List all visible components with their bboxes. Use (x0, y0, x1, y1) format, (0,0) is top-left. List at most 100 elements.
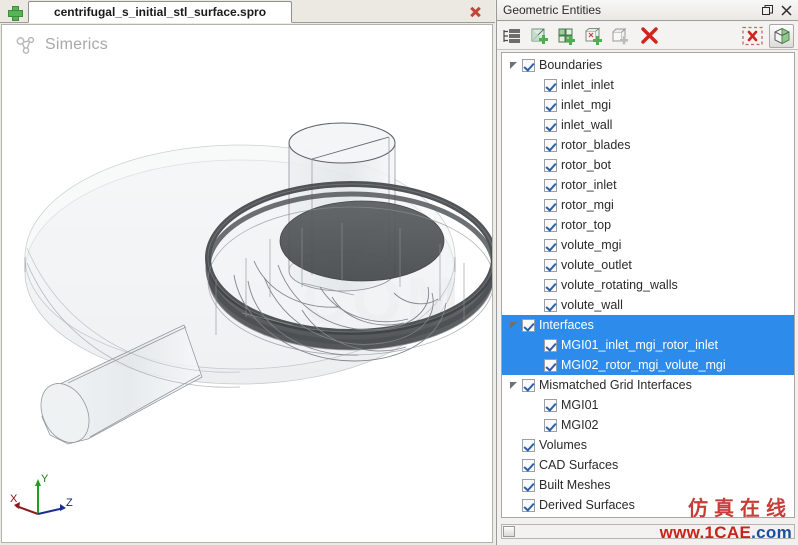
checkbox[interactable] (544, 98, 557, 112)
checkbox[interactable] (544, 298, 557, 312)
tree-row[interactable]: rotor_blades (502, 135, 794, 155)
tree-row-label: MGI01 (561, 398, 599, 412)
add-boundary-icon-button[interactable] (527, 24, 552, 48)
tree-row[interactable]: Built Meshes (502, 475, 794, 495)
tree-horizontal-scrollbar[interactable] (501, 524, 795, 539)
tree-row-label: volute_outlet (561, 258, 632, 272)
close-icon (780, 4, 792, 16)
checkbox[interactable] (522, 378, 535, 392)
checkbox[interactable] (522, 58, 535, 72)
tree-row[interactable]: Boundaries (502, 55, 794, 75)
checkbox[interactable] (544, 398, 557, 412)
delete-icon-button[interactable] (637, 24, 662, 48)
entity-tree[interactable]: Boundaries inlet_inlet inlet_mgi inlet_wall… (501, 52, 795, 518)
tree-row[interactable]: inlet_inlet (502, 75, 794, 95)
checkbox[interactable] (544, 418, 557, 432)
show-box-icon-button[interactable] (769, 24, 794, 48)
checkbox[interactable] (544, 278, 557, 292)
checkbox[interactable] (544, 258, 557, 272)
geometric-entities-panel: Geometric Entities Boundaries inlet_inle… (496, 0, 798, 545)
tree-row-label: Interfaces (539, 318, 594, 332)
tree-row-label: volute_mgi (561, 238, 622, 252)
checkbox[interactable] (544, 358, 557, 372)
tree-row[interactable]: Mismatched Grid Interfaces (502, 375, 794, 395)
close-tab-button[interactable] (467, 4, 483, 19)
checkbox[interactable] (522, 318, 535, 332)
chevron-right-icon[interactable] (528, 395, 544, 415)
checkbox[interactable] (544, 178, 557, 192)
tree-row[interactable]: MGI02_rotor_mgi_volute_mgi (502, 355, 794, 375)
close-panel-button[interactable] (778, 2, 794, 18)
add-mgi-icon-button[interactable] (581, 24, 606, 48)
add-boundary-icon (531, 28, 548, 44)
tree-row[interactable]: MGI02 (502, 415, 794, 435)
tree-row[interactable]: volute_wall (502, 295, 794, 315)
checkbox[interactable] (544, 138, 557, 152)
3d-viewport[interactable]: Simerics COM (1, 24, 493, 543)
document-tab[interactable]: centrifugal_s_initial_stl_surface.spro (28, 1, 292, 23)
chevron-right-icon[interactable] (506, 495, 522, 515)
tree-row-label: rotor_top (561, 218, 612, 232)
tree-row[interactable]: rotor_mgi (502, 195, 794, 215)
tree-row[interactable]: rotor_inlet (502, 175, 794, 195)
tree-row[interactable]: Volumes (502, 435, 794, 455)
close-icon (469, 6, 481, 18)
tree-row-label: MGI01_inlet_mgi_rotor_inlet (561, 338, 719, 352)
tree-row[interactable]: volute_mgi (502, 235, 794, 255)
add-volume-icon (612, 27, 628, 44)
tree-row[interactable]: CAD Surfaces (502, 455, 794, 475)
tree-row[interactable]: volute_rotating_walls (502, 275, 794, 295)
tree-row-label: rotor_bot (561, 158, 612, 172)
tree-row-label: MGI02_rotor_mgi_volute_mgi (561, 358, 726, 372)
checkbox[interactable] (522, 458, 535, 472)
add-volume-icon-button[interactable] (608, 24, 633, 48)
checkbox[interactable] (544, 158, 557, 172)
chevron-down-icon[interactable] (506, 315, 522, 335)
checkbox[interactable] (544, 338, 557, 352)
deselect-all-icon-button[interactable] (740, 24, 765, 48)
checkbox[interactable] (544, 118, 557, 132)
chevron-down-icon[interactable] (506, 375, 522, 395)
float-panel-button[interactable] (759, 2, 775, 18)
tree-row-label: Built Meshes (539, 478, 611, 492)
tree-row[interactable]: Interfaces (502, 315, 794, 335)
tree-row[interactable]: MGI01 (502, 395, 794, 415)
tree-row[interactable]: Derived Surfaces (502, 495, 794, 515)
chevron-right-icon[interactable] (506, 455, 522, 475)
chevron-right-icon[interactable] (506, 475, 522, 495)
add-tab-button[interactable] (3, 2, 25, 22)
tree-row-label: rotor_inlet (561, 178, 617, 192)
checkbox[interactable] (522, 438, 535, 452)
tree-row-label: inlet_wall (561, 118, 613, 132)
checkbox[interactable] (544, 218, 557, 232)
checkbox[interactable] (522, 478, 535, 492)
checkbox[interactable] (544, 198, 557, 212)
chevron-down-icon[interactable] (506, 55, 522, 75)
chevron-right-icon[interactable] (506, 435, 522, 455)
checkbox[interactable] (544, 238, 557, 252)
tree-row-label: rotor_blades (561, 138, 631, 152)
tree-row[interactable]: MGI01_inlet_mgi_rotor_inlet (502, 335, 794, 355)
float-window-icon (761, 4, 773, 15)
tree-row[interactable]: rotor_bot (502, 155, 794, 175)
tree-row[interactable]: volute_outlet (502, 255, 794, 275)
add-interface-icon (558, 28, 575, 45)
tree-row[interactable]: inlet_mgi (502, 95, 794, 115)
checkbox[interactable] (522, 498, 535, 512)
chevron-right-icon[interactable] (528, 415, 544, 435)
scrollbar-thumb[interactable] (503, 526, 515, 537)
pump-model-graphic (24, 122, 492, 445)
list-view-icon-button[interactable] (500, 24, 525, 48)
checkbox[interactable] (544, 78, 557, 92)
tree-row[interactable]: inlet_wall (502, 115, 794, 135)
tree-row[interactable]: rotor_top (502, 215, 794, 235)
add-interface-icon-button[interactable] (554, 24, 579, 48)
